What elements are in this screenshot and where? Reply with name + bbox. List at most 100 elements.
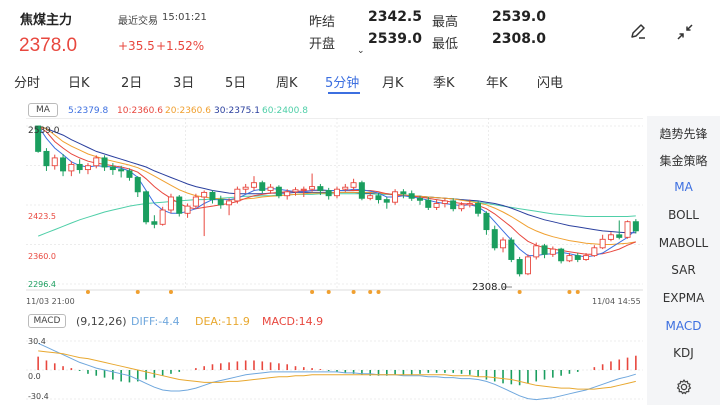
candle-body <box>250 182 257 188</box>
candle-body <box>624 221 631 238</box>
side-item-sar[interactable]: SAR <box>647 263 720 277</box>
ma60-value: 60:2400.8 <box>262 106 308 116</box>
collapse-screen-icon[interactable] <box>671 18 699 46</box>
candle <box>392 189 399 205</box>
side-item-jijin-strategy[interactable]: 集金策略 <box>647 152 720 169</box>
candle <box>408 190 415 201</box>
candlestick-chart[interactable]: 2539.0 2423.5 2360.0 2296.4 2308.0 11/03… <box>0 118 645 308</box>
candle-body <box>616 234 623 238</box>
candle-body <box>475 203 482 214</box>
tab-5day[interactable]: 5日 <box>225 72 246 91</box>
macd-chart[interactable]: 30.4 0.0 -30.4 <box>0 333 645 405</box>
candle <box>591 245 598 257</box>
candle <box>84 163 91 175</box>
last-trade-label: 最近交易 <box>118 16 158 27</box>
axis-label-4: 2296.4 <box>28 280 56 289</box>
candle <box>616 220 623 240</box>
candle-body <box>350 182 357 188</box>
active-tab-indicator <box>328 92 360 94</box>
candle-body <box>508 239 515 260</box>
low-label: 最低 <box>432 37 459 52</box>
candle-body <box>284 191 291 197</box>
ma10-value: 10:2360.6 <box>117 106 163 116</box>
tab-flash[interactable]: 闪电 <box>537 72 563 91</box>
candle <box>350 178 357 191</box>
high-label: 最高 <box>432 15 459 30</box>
candle <box>109 163 116 175</box>
tab-week-k[interactable]: 周K <box>276 72 298 91</box>
axis-label-top: 2539.0 <box>28 126 60 136</box>
candle-body <box>524 256 531 275</box>
candle-body <box>60 157 67 172</box>
candle-body <box>591 247 598 257</box>
tab-5min[interactable]: 5分钟 <box>325 72 359 91</box>
candle-body <box>176 196 183 214</box>
candle <box>441 198 448 208</box>
candle <box>475 200 482 217</box>
side-item-macd[interactable]: MACD <box>647 319 720 333</box>
candle-body <box>43 150 50 167</box>
candle-body <box>159 209 166 225</box>
candle-body <box>134 177 141 193</box>
candle <box>524 254 531 276</box>
low-marker-label: 2308.0 <box>472 282 507 293</box>
candle-body <box>541 245 548 255</box>
candle <box>234 186 241 204</box>
candle-body <box>51 157 58 167</box>
side-item-kdj[interactable]: KDJ <box>647 346 720 360</box>
candle <box>516 256 523 277</box>
tab-day-k[interactable]: 日K <box>68 72 90 91</box>
side-item-expma[interactable]: EXPMA <box>647 291 720 305</box>
candle-body <box>549 248 556 255</box>
macd-indicator-selector[interactable]: MACD <box>28 314 66 328</box>
candle-body <box>583 255 590 260</box>
last-price: 2378.0 <box>19 35 78 56</box>
tab-3day[interactable]: 3日 <box>173 72 194 91</box>
candle-body <box>275 186 282 197</box>
candle-body <box>93 157 100 167</box>
candle <box>275 185 282 199</box>
ma20-value: 20:2360.6 <box>165 106 211 116</box>
tab-year-k[interactable]: 年K <box>486 72 508 91</box>
tab-quarter-k[interactable]: 季K <box>433 72 455 91</box>
period-tabs: 分时 日K 2日 3日 5日 周K 5分钟 月K 季K 年K 闪电 <box>0 66 720 94</box>
candle-body <box>300 188 307 191</box>
side-item-trend-pioneer[interactable]: 趋势先锋 <box>647 125 720 142</box>
signal-dot <box>376 290 381 294</box>
time-end: 11/04 14:55 <box>592 297 641 306</box>
tab-2day[interactable]: 2日 <box>121 72 142 91</box>
tab-timeshare[interactable]: 分时 <box>14 72 40 91</box>
candle-body <box>533 245 540 258</box>
candle-body <box>151 221 158 225</box>
signal-dot <box>575 290 580 294</box>
candle-body <box>84 165 91 171</box>
side-item-boll[interactable]: BOLL <box>647 208 720 222</box>
candle-body <box>599 238 606 249</box>
candle-body <box>375 195 382 201</box>
candle-body <box>309 186 316 190</box>
ma-indicator-selector[interactable]: MA <box>28 103 58 117</box>
macd-axis-bot: -30.4 <box>28 392 49 401</box>
settings-gear-icon[interactable] <box>647 378 720 399</box>
candle <box>433 199 440 211</box>
candle-body <box>558 248 565 262</box>
candle-body <box>217 199 224 206</box>
candle-body <box>259 182 266 191</box>
candle-body <box>358 182 365 199</box>
candle <box>134 176 141 197</box>
side-item-maboll[interactable]: MABOLL <box>647 236 720 250</box>
ma5-value: 5:2379.8 <box>68 106 109 116</box>
last-trade-time: 15:01:21 <box>162 12 207 23</box>
candle <box>226 198 233 216</box>
side-item-ma[interactable]: MA <box>647 180 720 194</box>
tab-month-k[interactable]: 月K <box>382 72 404 91</box>
signal-dot <box>135 290 140 294</box>
candle <box>76 159 83 174</box>
draw-pen-icon[interactable] <box>624 18 652 46</box>
quote-expand-chevron-icon[interactable]: ⌄ <box>357 46 365 56</box>
candle <box>624 220 631 239</box>
high-value: 2539.0 <box>491 9 546 25</box>
candle <box>250 176 257 191</box>
signal-dot <box>567 290 572 294</box>
candle-body <box>101 157 108 168</box>
